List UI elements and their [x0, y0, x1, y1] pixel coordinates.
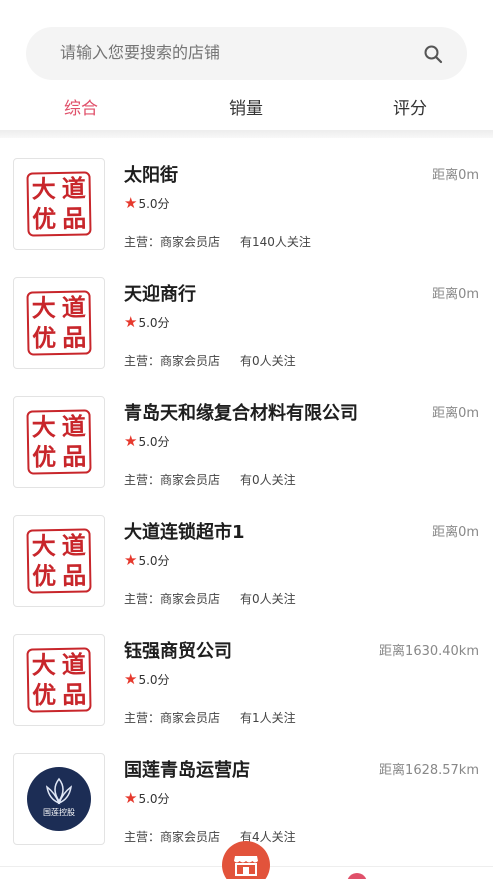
store-distance: 距离0m — [432, 168, 479, 183]
seal-char: 品 — [61, 679, 87, 709]
follower-count: 有1人关注 — [240, 711, 296, 725]
seal-char: 大 — [31, 650, 56, 680]
store-meta: 主营：商家会员店 有4人关注 — [124, 828, 296, 845]
store-distance: 距离0m — [432, 287, 479, 302]
seal-char: 品 — [61, 441, 87, 471]
store-name[interactable]: 天迎商行 — [124, 280, 196, 306]
store-list-item[interactable]: 大道优品 天迎商行 距离0m ★ 5.0分主营：商家会员店 有0人关注 — [0, 261, 493, 380]
rating-value: 5.0分 — [138, 315, 170, 330]
seal-char: 大 — [31, 293, 56, 323]
seal-char: 优 — [32, 204, 57, 234]
store-distance: 距离0m — [432, 406, 479, 421]
rating-value: 5.0分 — [138, 196, 170, 211]
seal-char: 道 — [61, 530, 86, 560]
store-name[interactable]: 国莲青岛运营店 — [124, 756, 250, 782]
seal-char: 道 — [61, 292, 86, 322]
search-icon[interactable] — [423, 44, 443, 64]
store-list-item[interactable]: 大道优品 大道连锁超市1 距离0m ★ 5.0分主营：商家会员店 有0人关注 — [0, 499, 493, 618]
brand-seal-logo: 大道优品 — [26, 171, 92, 237]
store-distance: 距离0m — [432, 525, 479, 540]
seal-char: 优 — [32, 680, 57, 710]
main-business: 主营：商家会员店 — [124, 711, 221, 725]
store-list-item[interactable]: 大道优品 太阳街 距离0m ★ 5.0分主营：商家会员店 有140人关注 — [0, 142, 493, 261]
store-logo[interactable]: 大道优品 — [13, 158, 105, 250]
main-business: 主营：商家会员店 — [124, 473, 221, 487]
store-logo[interactable]: 大道优品 — [13, 396, 105, 488]
store-list: 大道优品太阳街 距离0m ★ 5.0分 主营：商家会员店 有140人关注大道优品天迎商行距… — [0, 142, 493, 856]
seal-char: 品 — [61, 322, 87, 352]
seal-char: 优 — [32, 561, 57, 591]
seal-char: 品 — [61, 203, 87, 233]
store-meta: 主营：商家会员店 有0人关注 — [124, 471, 296, 488]
storefront-icon — [234, 856, 258, 876]
star-icon: ★ — [124, 551, 138, 569]
store-list-item[interactable]: 大道优品 青岛天和缘复合材料有限公司 距离0m ★ 5.0分主营：商家会员店 有0人关注 — [0, 380, 493, 499]
seal-char: 道 — [61, 411, 86, 441]
store-rating: ★ 5.0分 — [124, 194, 170, 212]
rating-value: 5.0分 — [138, 672, 170, 687]
star-icon: ★ — [124, 432, 138, 450]
search-input[interactable] — [60, 27, 420, 80]
store-rating: ★ 5.0分 — [124, 313, 170, 331]
sort-tabs: 综合 销量 评分 — [0, 86, 493, 130]
brand-seal-logo: 大道优品 — [26, 647, 92, 713]
store-logo[interactable]: 大道优品 — [13, 634, 105, 726]
star-icon: ★ — [124, 789, 138, 807]
store-list-item[interactable]: 国莲控股 国莲青岛运营店 距离1628.57km ★ 5.0分主营：商家会员店 有4人关注 — [0, 737, 493, 856]
store-meta: 主营：商家会员店 有1人关注 — [124, 709, 296, 726]
store-name[interactable]: 太阳街 — [124, 161, 178, 187]
star-icon: ★ — [124, 313, 138, 331]
tab-comprehensive[interactable]: 综合 — [64, 94, 98, 119]
main-business: 主营：商家会员店 — [124, 592, 221, 606]
store-meta: 主营：商家会员店 有0人关注 — [124, 352, 296, 369]
store-rating: ★ 5.0分 — [124, 432, 170, 450]
brand-seal-logo: 大道优品 — [26, 528, 92, 594]
star-icon: ★ — [124, 670, 138, 688]
seal-char: 大 — [31, 531, 56, 561]
store-list-item[interactable]: 大道优品 钰强商贸公司 距离1630.40km ★ 5.0分主营：商家会员店 有1人关注 — [0, 618, 493, 737]
store-name[interactable]: 大道连锁超市1 — [124, 518, 245, 544]
lotus-logo: 国莲控股 — [27, 767, 91, 831]
store-meta: 主营：商家会员店 有140人关注 — [124, 233, 311, 250]
store-name[interactable]: 青岛天和缘复合材料有限公司 — [124, 399, 358, 425]
rating-value: 5.0分 — [138, 434, 170, 449]
seal-char: 道 — [61, 173, 86, 203]
tab-sales[interactable]: 销量 — [229, 94, 263, 119]
rating-value: 5.0分 — [138, 791, 170, 806]
follower-count: 有140人关注 — [240, 235, 311, 249]
follower-count: 有0人关注 — [240, 354, 296, 368]
store-distance: 距离1630.40km — [379, 644, 479, 659]
tab-rating[interactable]: 评分 — [393, 94, 427, 119]
brand-seal-logo: 大道优品 — [26, 409, 92, 475]
section-divider — [0, 130, 493, 138]
store-meta: 主营：商家会员店 有0人关注 — [124, 590, 296, 607]
star-icon: ★ — [124, 194, 138, 212]
seal-char: 优 — [32, 442, 57, 472]
store-rating: ★ 5.0分 — [124, 670, 170, 688]
seal-char: 道 — [61, 649, 86, 679]
brand-seal-logo: 大道优品 — [26, 290, 92, 356]
store-name[interactable]: 钰强商贸公司 — [124, 637, 232, 663]
store-rating: ★ 5.0分 — [124, 551, 170, 569]
store-logo[interactable]: 国莲控股 — [13, 753, 105, 845]
store-logo[interactable]: 大道优品 — [13, 515, 105, 607]
seal-char: 大 — [31, 412, 56, 442]
store-logo[interactable]: 大道优品 — [13, 277, 105, 369]
main-business: 主营：商家会员店 — [124, 354, 221, 368]
rating-value: 5.0分 — [138, 553, 170, 568]
store-distance: 距离1628.57km — [379, 763, 479, 778]
main-business: 主营：商家会员店 — [124, 235, 221, 249]
seal-char: 大 — [31, 174, 56, 204]
seal-char: 品 — [61, 560, 87, 590]
lotus-logo-text: 国莲控股 — [43, 807, 75, 817]
follower-count: 有0人关注 — [240, 473, 296, 487]
store-rating: ★ 5.0分 — [124, 789, 170, 807]
seal-char: 优 — [32, 323, 57, 353]
follower-count: 有0人关注 — [240, 592, 296, 606]
search-bar[interactable] — [26, 27, 467, 80]
main-business: 主营：商家会员店 — [124, 830, 221, 844]
